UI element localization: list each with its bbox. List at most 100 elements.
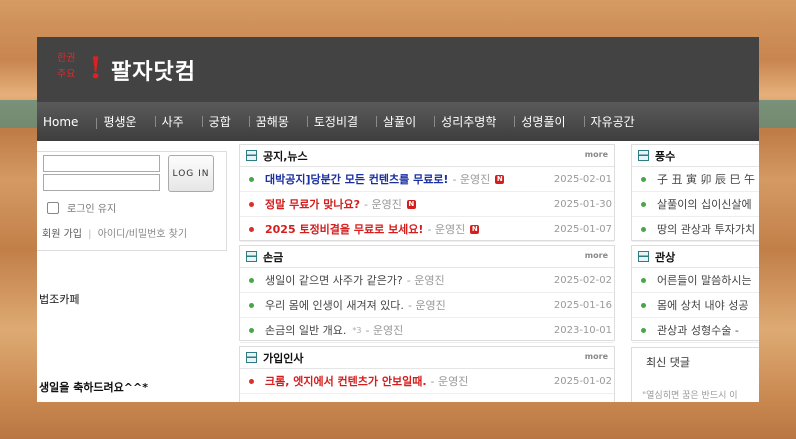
background-accent-left (0, 100, 40, 128)
password-input[interactable] (43, 174, 160, 191)
logo-mark: 한권 주요 ! (55, 51, 107, 89)
main-content: LOG IN 로그인 유지 회원 가입 | 아이디/비밀번호 찾기 법조카페 생… (37, 141, 759, 402)
comment-count: *3 (352, 325, 362, 335)
panel-title: 풍수 (655, 149, 676, 163)
list-item[interactable]: 크롬, 엣지에서 컨텐츠가 안보일때. - 운영진 2025-01-02 (240, 369, 614, 394)
panel-latest-comments: 최신 댓글 "열심히면 꿈은 반드시 이 (631, 347, 759, 402)
logo-exclamation: ! (89, 51, 103, 86)
site-logo[interactable]: 한권 주요 ! 팔자닷컴 (55, 51, 196, 89)
board-icon (638, 150, 649, 161)
post-author: - 운영진 (427, 223, 466, 236)
list-item[interactable]: 몸에 상처 내야 성공 (632, 293, 759, 318)
post-date: 2025-01-16 (553, 299, 612, 311)
bullet-icon (249, 277, 254, 283)
nav-seongri[interactable]: 성리추명학 (435, 113, 516, 130)
login-button[interactable]: LOG IN (168, 155, 214, 192)
new-badge: N (406, 199, 416, 209)
board-icon (246, 150, 257, 161)
list-item[interactable]: 대박공지]당분간 모든 컨텐츠를 무료로! - 운영진 N 2025-02-01 (240, 167, 614, 192)
bullet-icon (641, 176, 646, 182)
post-title[interactable]: 생일이 같으면 사주가 같은가? (265, 272, 403, 288)
board-icon (246, 352, 257, 363)
panel-notice: 공지,뉴스 more 대박공지]당분간 모든 컨텐츠를 무료로! - 운영진 N… (239, 144, 615, 242)
board-icon (246, 251, 257, 262)
more-link[interactable]: more (585, 150, 608, 159)
logo-small-text-2: 주요 (57, 69, 76, 80)
post-author: - 운영진 (364, 198, 402, 211)
list-item[interactable]: 살풀이의 십이신살에 (632, 192, 759, 217)
new-badge: N (495, 174, 505, 184)
post-date: 2023-10-01 (553, 324, 612, 336)
list-item[interactable]: 정말 무료가 맞나요? - 운영진 N 2025-01-30 (240, 192, 614, 217)
nav-lifetime-fortune[interactable]: 평생운 (97, 113, 156, 130)
post-title[interactable]: 손금의 일반 개요. (265, 322, 346, 338)
panel-header: 공지,뉴스 more (240, 145, 614, 167)
link-separator: | (88, 229, 92, 240)
list-item[interactable]: 손금의 일반 개요. *3 - 운영진 2023-10-01 (240, 318, 614, 343)
birthday-text: 생일을 축하드려요^^* (39, 381, 148, 394)
post-date: 2025-02-02 (553, 274, 612, 286)
bullet-icon (249, 378, 254, 384)
nav-name-reading[interactable]: 성명풀이 (515, 113, 585, 130)
panel-title: 손금 (263, 250, 284, 264)
cafe-link[interactable]: 법조카페 (39, 291, 79, 307)
nav-compatibility[interactable]: 궁합 (203, 113, 250, 130)
list-item[interactable]: 우리 몸에 인생이 새겨져 있다. - 운영진 2025-01-16 (240, 293, 614, 318)
bullet-icon (249, 226, 254, 232)
post-date: 2025-01-02 (553, 375, 612, 387)
panel-title: 공지,뉴스 (263, 149, 308, 163)
more-link[interactable]: more (585, 251, 608, 260)
nav-dream[interactable]: 꿈해몽 (250, 113, 309, 130)
list-item[interactable]: 관상과 성형수술 - (632, 318, 759, 343)
post-title[interactable]: 우리 몸에 인생이 새겨져 있다. (265, 297, 404, 313)
bullet-icon (641, 302, 646, 308)
post-author: - 운영진 (365, 324, 404, 337)
bullet-icon (641, 226, 646, 232)
list-item[interactable]: 어른들이 말씀하시는 (632, 268, 759, 293)
post-title[interactable]: 2025 토정비결을 무료로 보세요! (265, 221, 423, 237)
panel-header: 관상 (632, 246, 759, 268)
nav-salpuri[interactable]: 살풀이 (377, 113, 436, 130)
post-author: - 운영진 (430, 375, 469, 388)
bullet-icon (641, 327, 646, 333)
logo-name: 팔자닷컴 (111, 59, 196, 85)
panel-greetings: 가입인사 more 크롬, 엣지에서 컨텐츠가 안보일때. - 운영진 2025… (239, 346, 615, 402)
nav-tojeong[interactable]: 토정비결 (308, 113, 378, 130)
post-title[interactable]: 살풀이의 십이신살에 (657, 196, 752, 212)
keep-login[interactable]: 로그인 유지 (47, 200, 116, 215)
panel-header: 가입인사 more (240, 347, 614, 369)
nav-saju[interactable]: 사주 (156, 113, 203, 130)
panel-title: 관상 (655, 250, 676, 264)
post-date: 2025-02-01 (553, 173, 612, 185)
nav-home[interactable]: Home (37, 115, 98, 129)
post-title[interactable]: 땅의 관상과 투자가치 (657, 221, 755, 237)
site-header: 한권 주요 ! 팔자닷컴 (37, 37, 759, 102)
list-item[interactable]: 2025 토정비결을 무료로 보세요! - 운영진 N 2025-01-07 (240, 217, 614, 242)
post-title[interactable]: 몸에 상처 내야 성공 (657, 297, 748, 313)
main-nav: Home 평생운 사주 궁합 꿈해몽 토정비결 살풀이 성리추명학 성명풀이 자… (37, 102, 759, 141)
post-author: - 운영진 (452, 173, 491, 186)
login-box: LOG IN 로그인 유지 회원 가입 | 아이디/비밀번호 찾기 (37, 151, 227, 251)
list-item[interactable]: 子 丑 寅 卯 辰 巳 午 (632, 167, 759, 192)
username-input[interactable] (43, 155, 160, 172)
post-title[interactable]: 어른들이 말씀하시는 (657, 272, 752, 288)
list-item[interactable]: 땅의 관상과 투자가치 (632, 217, 759, 242)
join-link[interactable]: 회원 가입 (42, 229, 82, 240)
find-account-link[interactable]: 아이디/비밀번호 찾기 (98, 229, 187, 240)
comment-preview[interactable]: "열심히면 꿈은 반드시 이 (632, 370, 759, 401)
post-title[interactable]: 관상과 성형수술 - (657, 322, 739, 338)
bullet-icon (641, 277, 646, 283)
post-title[interactable]: 子 丑 寅 卯 辰 巳 午 (657, 171, 755, 187)
nav-free-space[interactable]: 자유공간 (585, 113, 654, 130)
post-title[interactable]: 대박공지]당분간 모든 컨텐츠를 무료로! (265, 171, 448, 187)
new-badge: N (470, 224, 480, 234)
login-links: 회원 가입 | 아이디/비밀번호 찾기 (42, 225, 187, 240)
post-title[interactable]: 정말 무료가 맞나요? (265, 196, 360, 212)
keep-login-checkbox[interactable] (47, 201, 59, 214)
post-title[interactable]: 크롬, 엣지에서 컨텐츠가 안보일때. (265, 373, 427, 389)
post-author: - 운영진 (407, 299, 446, 312)
list-item[interactable]: 생일이 같으면 사주가 같은가? - 운영진 2025-02-02 (240, 268, 614, 293)
more-link[interactable]: more (585, 352, 608, 361)
post-author: - 운영진 (406, 274, 445, 287)
panel-title: 최신 댓글 (646, 356, 690, 369)
